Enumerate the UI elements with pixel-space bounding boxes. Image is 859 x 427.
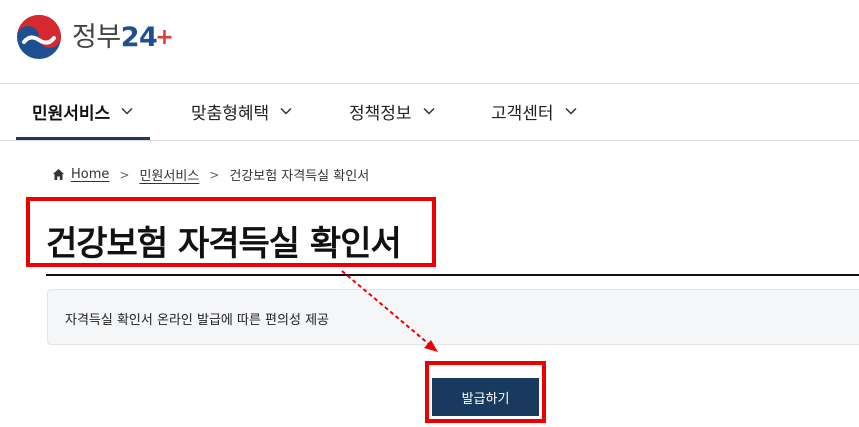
logo-text: 정부24+ xyxy=(72,21,174,53)
nav-item-policy-info[interactable]: 정책정보 xyxy=(349,84,436,138)
page-title: 건강보험 자격득실 확인서 xyxy=(46,224,402,264)
breadcrumb: Home > 민원서비스 > 건강보험 자격득실 확인서 xyxy=(52,165,369,184)
chevron-down-icon xyxy=(280,107,292,115)
service-description: 자격득실 확인서 온라인 발급에 따른 편의성 제공 xyxy=(65,313,329,328)
logo[interactable]: 정부24+ xyxy=(16,14,174,60)
nav-item-label: 고객센터 xyxy=(491,103,554,124)
home-icon xyxy=(53,169,64,180)
taegeuk-emblem-icon xyxy=(17,15,61,59)
breadcrumb-civil-services-link[interactable]: 민원서비스 xyxy=(139,165,199,184)
nav-item-customer-center[interactable]: 고객센터 xyxy=(491,84,578,138)
service-description-box: 자격득실 확인서 온라인 발급에 따른 편의성 제공 xyxy=(47,289,859,345)
chevron-down-icon xyxy=(121,107,133,115)
breadcrumb-separator-icon: > xyxy=(119,167,130,182)
nav-item-label: 맞춤형혜택 xyxy=(191,103,270,124)
breadcrumb-current: 건강보험 자격득실 확인서 xyxy=(229,169,370,184)
title-divider xyxy=(46,274,859,276)
main-nav: 민원서비스 맞춤형혜택 정책정보 고객센터 xyxy=(0,84,859,141)
issue-button[interactable]: 발급하기 xyxy=(432,378,539,416)
logo-plus: + xyxy=(155,24,174,50)
logo-word: 정부 xyxy=(72,21,121,53)
site-header: 정부24+ xyxy=(0,0,859,84)
nav-item-label: 민원서비스 xyxy=(32,103,111,124)
breadcrumb-home-link[interactable]: Home xyxy=(71,167,109,182)
breadcrumb-separator-icon: > xyxy=(209,167,220,182)
chevron-down-icon xyxy=(423,107,435,115)
nav-item-label: 정책정보 xyxy=(349,103,412,124)
logo-number: 24 xyxy=(120,21,158,53)
nav-item-custom-benefits[interactable]: 맞춤형혜택 xyxy=(191,84,293,138)
chevron-down-icon xyxy=(565,107,577,115)
nav-item-civil-services[interactable]: 민원서비스 xyxy=(15,84,151,140)
